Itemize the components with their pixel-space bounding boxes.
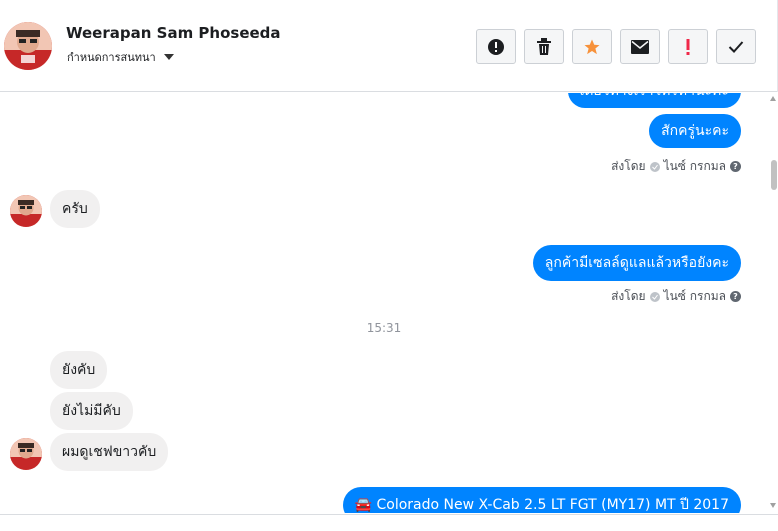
sent-by-label: ส่งโดย [611, 159, 646, 173]
sent-by-status: ส่งโดย ไนซ์ กรกมล ? [611, 157, 741, 176]
sender-name[interactable]: ไนซ์ กรกมล [664, 287, 726, 306]
scrollbar[interactable] [768, 93, 778, 513]
message-bubble-outgoing[interactable]: สักครู่นะคะ [649, 114, 741, 148]
alert-circle-icon [488, 38, 504, 55]
checkmark-icon [728, 40, 744, 53]
conversation-subtitle: กำหนดการสนทนา [67, 51, 156, 64]
scroll-up-arrow-icon[interactable] [770, 96, 776, 101]
contact-avatar-small[interactable] [10, 438, 42, 470]
sender-name[interactable]: ไนซ์ กรกมล [664, 157, 726, 176]
sent-by-status: ส่งโดย ไนซ์ กรกมล ? [611, 287, 741, 306]
report-button[interactable] [476, 29, 516, 64]
seen-check-icon [649, 161, 660, 172]
caret-down-icon [163, 54, 174, 60]
exclamation-icon [686, 38, 690, 55]
message-bubble-outgoing[interactable]: 🚘 Colorado New X-Cab 2.5 LT FGT (MY17) M… [342, 487, 741, 513]
contact-name[interactable]: Weerapan Sam Phoseeda [66, 24, 281, 42]
message-bubble-incoming[interactable]: ยังคับ [50, 351, 108, 389]
help-icon[interactable]: ? [730, 161, 741, 172]
important-button[interactable] [668, 29, 708, 64]
star-button[interactable] [572, 29, 612, 64]
scrollbar-thumb[interactable] [771, 160, 777, 190]
help-icon[interactable]: ? [730, 291, 741, 302]
contact-avatar[interactable] [4, 22, 52, 70]
action-toolbar [476, 29, 756, 64]
delete-button[interactable] [524, 29, 564, 64]
trash-icon [537, 37, 551, 55]
message-bubble-outgoing[interactable]: เดี๋ยวทางเราโทรหานะคะ [567, 93, 741, 108]
scroll-down-arrow-icon[interactable] [770, 503, 776, 508]
conversation-header: Weerapan Sam Phoseeda กำหนดการสนทนา [0, 0, 778, 92]
timestamp-separator: 15:31 [366, 321, 402, 335]
star-icon [584, 39, 600, 54]
message-bubble-incoming[interactable]: ผมดูเชฟขาวคับ [50, 433, 169, 471]
envelope-icon [631, 39, 649, 54]
message-bubble-outgoing[interactable]: ลูกค้ามีเซลล์ดูแลแล้วหรือยังคะ [532, 245, 741, 281]
composer-area[interactable] [0, 514, 778, 531]
sent-by-label: ส่งโดย [611, 289, 646, 303]
done-button[interactable] [716, 29, 756, 64]
mark-unread-button[interactable] [620, 29, 660, 64]
message-bubble-incoming[interactable]: ยังไม่มีคับ [50, 392, 133, 430]
seen-check-icon [649, 291, 660, 302]
message-bubble-incoming[interactable]: ครับ [50, 190, 100, 228]
contact-avatar-small[interactable] [10, 195, 42, 227]
message-thread[interactable]: เดี๋ยวทางเราโทรหานะคะ สักครู่นะคะ ส่งโดย… [0, 93, 768, 513]
conversation-menu[interactable]: กำหนดการสนทนา [67, 48, 174, 66]
